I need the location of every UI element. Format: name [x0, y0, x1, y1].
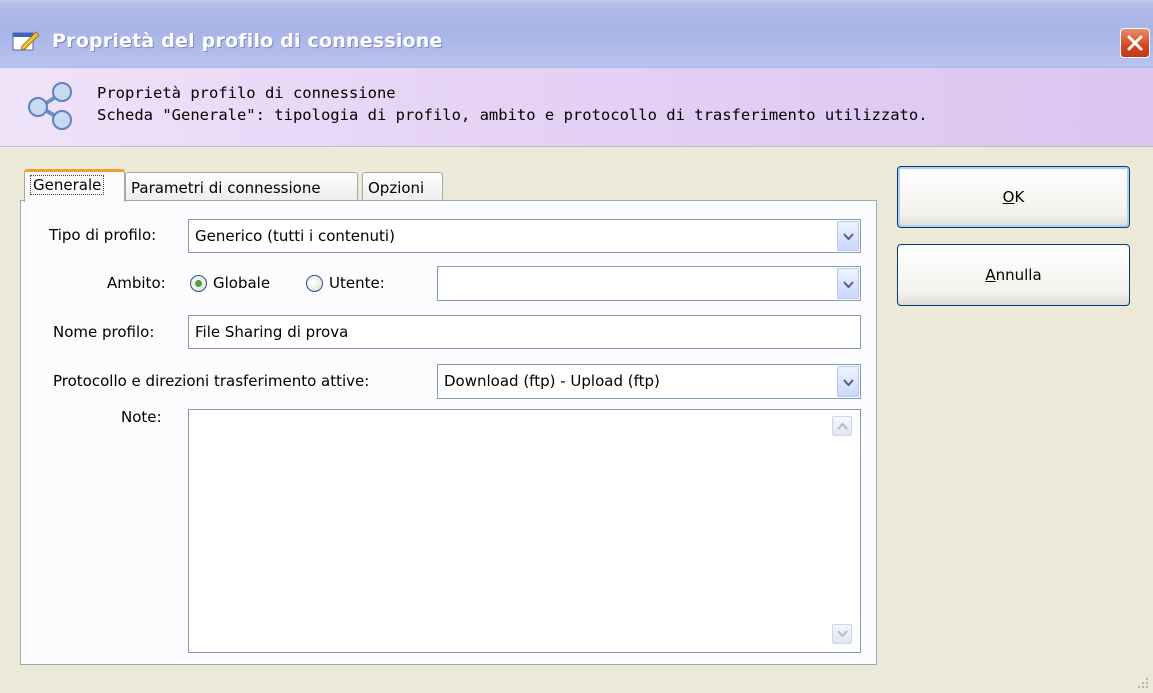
chevron-down-icon — [843, 379, 854, 387]
dropdown-button[interactable] — [837, 268, 859, 299]
note-textarea[interactable] — [188, 409, 861, 653]
ambito-utente-label[interactable]: Utente: — [329, 274, 385, 292]
chevron-down-icon — [843, 281, 854, 289]
share-icon — [28, 82, 72, 130]
header-description: Scheda "Generale": tipologia di profilo,… — [97, 106, 928, 124]
ambito-utente-radio[interactable] — [306, 275, 323, 292]
header-title: Proprietà profilo di connessione — [97, 84, 396, 102]
title-bar[interactable]: Proprietà del profilo di connessione — [0, 0, 1153, 68]
utente-select[interactable] — [437, 266, 861, 301]
header-banner: Proprietà profilo di connessione Scheda … — [0, 68, 1153, 147]
tab-generale[interactable]: Generale — [24, 169, 125, 202]
tab-label: Parametri di connessione — [131, 179, 321, 197]
ok-button[interactable]: OK — [897, 166, 1130, 228]
dropdown-button[interactable] — [837, 366, 859, 397]
ambito-label: Ambito: — [107, 274, 166, 292]
tab-label: Opzioni — [368, 179, 425, 197]
ambito-globale-label[interactable]: Globale — [213, 274, 270, 292]
close-button[interactable] — [1120, 28, 1150, 58]
protocollo-value: Download (ftp) - Upload (ftp) — [444, 372, 660, 390]
tab-opzioni[interactable]: Opzioni — [362, 172, 443, 202]
nome-profilo-label: Nome profilo: — [53, 323, 155, 341]
tab-panel-generale: Tipo di profilo: Generico (tutti i conte… — [20, 200, 877, 665]
chevron-down-icon — [837, 630, 848, 638]
tipo-profilo-select[interactable]: Generico (tutti i contenuti) — [188, 219, 861, 253]
note-label: Note: — [121, 408, 162, 426]
close-icon — [1127, 35, 1143, 51]
protocollo-select[interactable]: Download (ftp) - Upload (ftp) — [437, 364, 861, 399]
tipo-profilo-value: Generico (tutti i contenuti) — [195, 227, 395, 245]
chevron-up-icon — [837, 422, 848, 430]
scroll-down-button[interactable] — [832, 624, 852, 644]
protocollo-label: Protocollo e direzioni trasferimento att… — [53, 372, 370, 390]
dropdown-button[interactable] — [837, 221, 859, 251]
ok-button-label: OK — [1002, 188, 1025, 206]
chevron-down-icon — [843, 233, 854, 241]
resize-grip-icon[interactable] — [1136, 676, 1150, 690]
tab-label: Generale — [30, 175, 105, 195]
nome-profilo-value: File Sharing di prova — [195, 323, 349, 341]
scroll-up-button[interactable] — [832, 416, 852, 436]
annulla-button-label: Annulla — [985, 266, 1042, 284]
tab-parametri-connessione[interactable]: Parametri di connessione — [125, 172, 358, 202]
dialog-window: Proprietà del profilo di connessione Pro… — [0, 0, 1153, 693]
tipo-profilo-label: Tipo di profilo: — [49, 226, 157, 244]
edit-properties-icon — [12, 31, 40, 51]
annulla-button[interactable]: Annulla — [897, 244, 1130, 306]
ambito-globale-radio[interactable] — [190, 275, 207, 292]
window-title: Proprietà del profilo di connessione — [52, 30, 443, 52]
nome-profilo-input[interactable]: File Sharing di prova — [188, 315, 861, 349]
radio-selected-dot — [195, 280, 202, 287]
